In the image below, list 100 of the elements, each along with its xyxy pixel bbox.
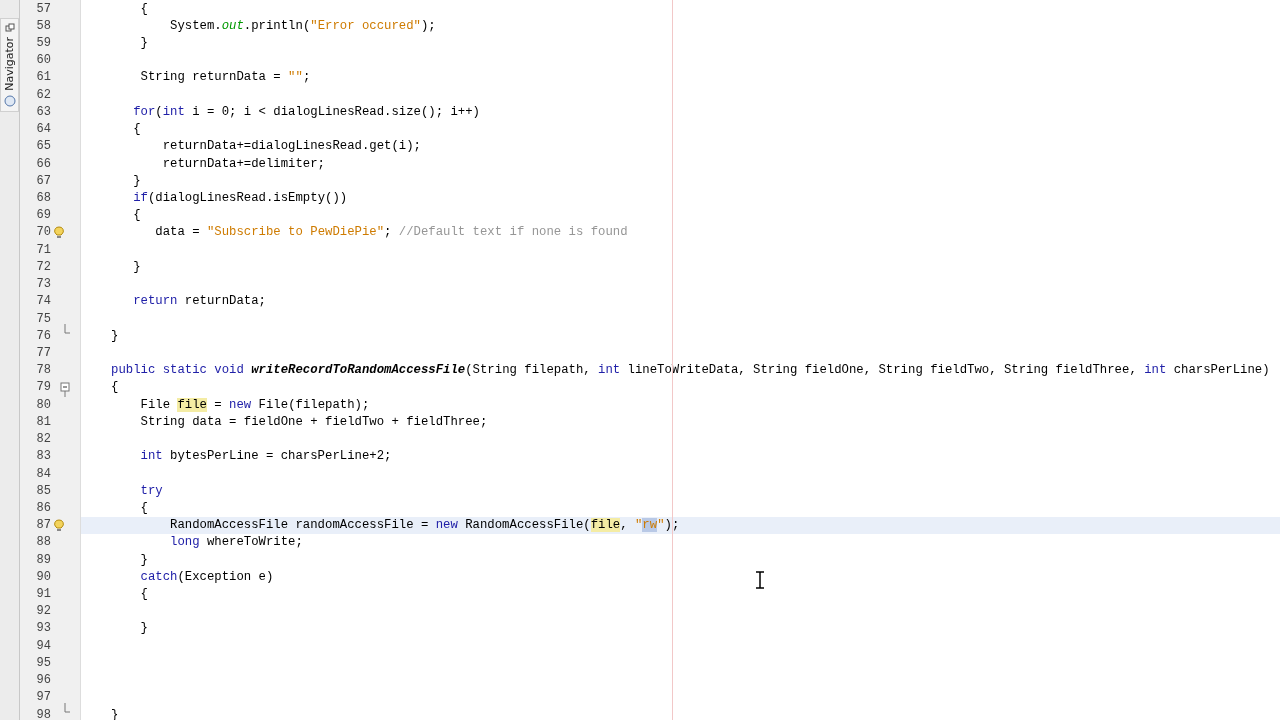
line-number: 82	[35, 432, 52, 447]
side-tab[interactable]: Navigator	[0, 18, 19, 112]
code-token: bytesPerLine = charsPerLine+2;	[169, 449, 392, 464]
line-number: 69	[35, 208, 52, 223]
code-token: return	[132, 294, 178, 309]
line-number: 68	[35, 191, 52, 205]
code-token: whereToWrite;	[205, 535, 303, 550]
line-number: 87	[35, 518, 52, 533]
line-number: 80	[35, 397, 52, 412]
line-number: 60	[35, 53, 52, 68]
code-token: String data = fieldOne + fieldTwo + fieldThree;	[139, 414, 488, 429]
code-token: out	[221, 18, 244, 33]
code-token: long	[169, 535, 200, 550]
code-token: {	[139, 1, 148, 16]
code-token: int	[1144, 363, 1167, 378]
line-number: 91	[35, 587, 52, 602]
line-number: 62	[35, 87, 52, 102]
code-token: catch	[139, 569, 178, 584]
code-token: if	[132, 191, 148, 205]
code-token: String returnData =	[139, 70, 282, 85]
code-token: //Default text if none is found	[398, 225, 628, 240]
code-token: "	[657, 518, 665, 533]
code-token: int	[139, 449, 163, 464]
code-token: ;	[384, 225, 393, 240]
code-token: =	[213, 397, 223, 412]
line-number: 61	[35, 70, 52, 85]
code-token: "Error occured"	[310, 18, 421, 33]
line-number: 76	[35, 328, 52, 343]
line-number: 88	[35, 535, 52, 550]
code-token: int	[598, 363, 621, 378]
line-number: 75	[35, 311, 52, 326]
line-number: 94	[35, 638, 52, 653]
code-token: file	[177, 397, 207, 412]
line-number: 90	[35, 569, 52, 584]
code-token: File	[139, 397, 172, 412]
code-token: lineToWriteData, String fieldOne, String fieldTwo, String fieldThree,	[626, 363, 1138, 378]
fold-toggle-icon[interactable]	[60, 381, 71, 397]
code-token: (String filepath,	[465, 363, 592, 378]
code-token: {	[132, 208, 141, 223]
line-number: 86	[35, 500, 52, 515]
lightbulb-icon[interactable]	[54, 518, 64, 532]
code-token: (Exception e)	[177, 569, 274, 584]
line-number: 84	[35, 466, 52, 481]
line-number: 63	[35, 104, 52, 119]
code-token: "	[634, 518, 643, 533]
code-token: charsPerLine)	[1172, 363, 1270, 378]
line-number: 83	[35, 449, 52, 464]
line-number: 74	[35, 294, 52, 309]
line-number: 65	[35, 139, 52, 154]
lightbulb-icon[interactable]	[54, 225, 64, 239]
line-number: 95	[35, 655, 52, 670]
line-number: 73	[35, 277, 52, 292]
code-token: returnData;	[183, 294, 266, 309]
line-number: 67	[35, 173, 52, 188]
code-token: .println(	[243, 18, 311, 33]
line-number: 89	[35, 552, 52, 567]
code-token: writeRecordToRandomAccessFile	[251, 363, 466, 378]
code-token: ""	[288, 70, 303, 85]
line-number: 81	[35, 414, 52, 429]
line-number: 57	[35, 1, 52, 16]
line-number: 59	[35, 36, 52, 51]
code-token: "Subscribe to PewDiePie"	[206, 225, 385, 240]
code-token: (dialogLinesRead.isEmpty())	[147, 191, 348, 205]
code-token: );	[420, 18, 436, 33]
line-number: 98	[35, 707, 52, 720]
line-number: 71	[35, 242, 52, 257]
code-token: for	[132, 104, 156, 119]
code-token: {	[132, 122, 141, 137]
line-number: 85	[35, 483, 52, 498]
code-token: rw	[642, 518, 658, 533]
line-number: 64	[35, 122, 52, 137]
code-token: {	[111, 380, 119, 395]
code-token: RandomAccessFile(	[464, 518, 591, 533]
line-number: 93	[35, 621, 52, 636]
code-token: {	[139, 587, 148, 602]
code-token: ;	[302, 70, 311, 85]
code-token: }	[132, 259, 141, 274]
code-token: file	[590, 518, 621, 533]
code-token: }	[111, 707, 119, 720]
code-token: new	[435, 518, 458, 533]
code-token: }	[139, 621, 148, 636]
line-number: 58	[35, 18, 52, 33]
line-number: 66	[35, 156, 52, 171]
line-number: 97	[35, 690, 52, 705]
line-number: 96	[35, 673, 52, 688]
line-number: 79	[35, 380, 52, 395]
line-number: 78	[35, 363, 52, 378]
code-token: int	[162, 104, 185, 119]
code-token: i = 0; i < dialogLinesRead.size(); i++)	[191, 104, 480, 119]
code-token: new	[229, 397, 252, 412]
code-token: );	[664, 518, 680, 533]
code-token: (	[155, 104, 163, 119]
code-token: RandomAccessFile randomAccessFile =	[169, 518, 430, 533]
code-token: public static void	[111, 363, 245, 378]
code-token: File(filepath);	[257, 397, 370, 412]
code-token: System.	[169, 18, 222, 33]
code-token: }	[111, 328, 119, 343]
line-number: 70	[35, 225, 52, 240]
compass-icon	[3, 94, 16, 107]
code-token: }	[132, 173, 141, 188]
